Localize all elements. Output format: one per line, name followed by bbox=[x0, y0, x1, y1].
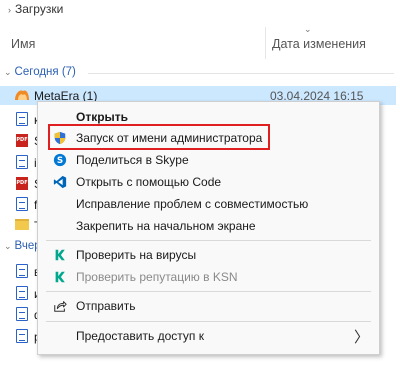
chevron-right-icon: 〉 bbox=[353, 329, 369, 346]
document-icon bbox=[16, 307, 28, 321]
menu-separator bbox=[46, 291, 371, 292]
highlight-annotation bbox=[48, 124, 270, 150]
kaspersky-icon bbox=[55, 249, 65, 261]
document-icon bbox=[16, 286, 28, 300]
menu-item-label: Отправить bbox=[76, 299, 136, 313]
group-divider bbox=[88, 73, 394, 74]
menu-separator bbox=[46, 321, 371, 322]
group-header-yesterday[interactable]: ⌄ Вчер bbox=[4, 240, 41, 252]
menu-item-label: Проверить на вирусы bbox=[76, 248, 197, 262]
metaera-app-icon bbox=[15, 90, 29, 100]
context-menu: Открыть Запуск от имени администратора S… bbox=[37, 101, 380, 355]
menu-item-share-skype[interactable]: S Поделиться в Skype bbox=[38, 149, 379, 171]
menu-item-troubleshoot-compat[interactable]: Исправление проблем с совместимостью bbox=[38, 193, 379, 215]
column-header-date[interactable]: Дата изменения bbox=[272, 37, 366, 51]
menu-separator bbox=[46, 240, 371, 241]
menu-item-open-with-code[interactable]: Открыть с помощью Code bbox=[38, 171, 379, 193]
skype-icon: S bbox=[53, 153, 67, 167]
sort-chevron-icon: ⌄ bbox=[304, 24, 312, 34]
menu-item-check-reputation-ksn[interactable]: Проверить репутацию в KSN bbox=[38, 266, 379, 288]
chevron-right-icon: › bbox=[8, 5, 11, 15]
share-icon bbox=[54, 301, 67, 312]
chevron-down-icon: ⌄ bbox=[4, 67, 12, 77]
group-label: Сегодня (7) bbox=[14, 66, 76, 78]
menu-item-label: Открыть с помощью Code bbox=[76, 175, 222, 189]
menu-item-give-access[interactable]: Предоставить доступ к 〉 bbox=[38, 325, 379, 347]
menu-item-label: Предоставить доступ к bbox=[76, 329, 204, 343]
document-icon bbox=[16, 155, 28, 169]
document-icon bbox=[16, 329, 28, 343]
menu-item-scan-viruses[interactable]: Проверить на вирусы bbox=[38, 244, 379, 266]
column-header-name[interactable]: Имя bbox=[11, 37, 35, 51]
menu-item-label: Открыть bbox=[76, 110, 129, 124]
pdf-icon: PDF bbox=[16, 177, 28, 190]
menu-item-label: Закрепить на начальном экране bbox=[76, 219, 256, 233]
document-icon bbox=[16, 264, 28, 278]
menu-item-label: Поделиться в Skype bbox=[76, 153, 189, 167]
menu-item-send[interactable]: Отправить bbox=[38, 295, 379, 317]
document-icon bbox=[16, 112, 28, 126]
breadcrumb[interactable]: › Загрузки bbox=[8, 2, 63, 16]
group-header-today[interactable]: ⌄ Сегодня (7) bbox=[4, 66, 76, 78]
chevron-down-icon: ⌄ bbox=[4, 241, 12, 251]
svg-text:S: S bbox=[57, 156, 63, 166]
pdf-icon: PDF bbox=[16, 134, 28, 147]
folder-icon bbox=[15, 219, 29, 230]
vscode-icon bbox=[53, 175, 67, 189]
document-icon bbox=[16, 197, 28, 211]
menu-item-label: Исправление проблем с совместимостью bbox=[76, 197, 309, 211]
breadcrumb-label: Загрузки bbox=[15, 2, 64, 16]
column-divider[interactable] bbox=[265, 27, 266, 59]
menu-item-pin-start[interactable]: Закрепить на начальном экране bbox=[38, 215, 379, 237]
kaspersky-icon bbox=[55, 271, 65, 283]
menu-item-label: Проверить репутацию в KSN bbox=[76, 270, 238, 284]
